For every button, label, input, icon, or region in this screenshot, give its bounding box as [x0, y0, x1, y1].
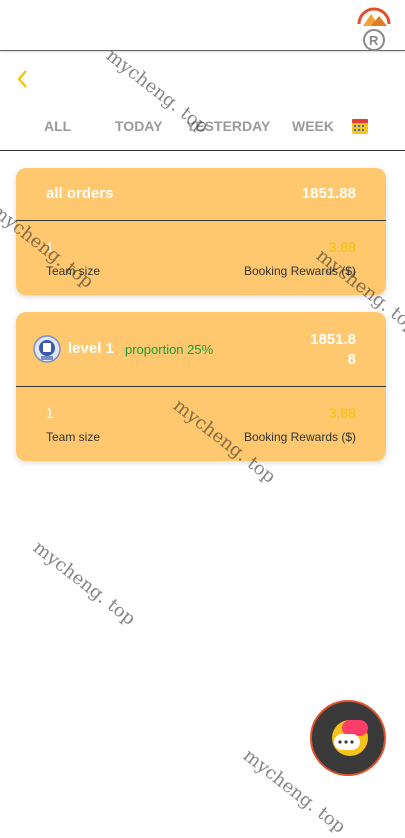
- date-filter-tabs: ALL TODAY YESTERDAY WEEK: [0, 110, 405, 151]
- chat-button[interactable]: [310, 700, 386, 776]
- booking-rewards-label: Booking Rewards ($): [243, 430, 356, 444]
- tab-week[interactable]: WEEK: [292, 118, 334, 134]
- card-header: all orders 1851.88: [16, 168, 386, 221]
- chevron-left-icon: [16, 68, 28, 95]
- team-size-value: 1: [46, 405, 54, 421]
- back-button[interactable]: [16, 68, 38, 96]
- card-title: all orders: [46, 185, 114, 202]
- booking-rewards-value: 3.88: [328, 239, 356, 255]
- tab-today[interactable]: TODAY: [115, 118, 162, 134]
- level-badge-icon: [32, 334, 62, 369]
- tab-yesterday[interactable]: YESTERDAY: [186, 118, 270, 134]
- booking-rewards-value: 3.88: [328, 405, 356, 421]
- team-size-value: 1: [46, 239, 54, 255]
- card-stats: 1 Team size 3.88 Booking Rewards ($): [16, 387, 386, 461]
- card-stats: 1 Team size 3.88 Booking Rewards ($): [16, 221, 386, 295]
- level-title: level 1: [68, 340, 114, 357]
- booking-rewards-label: Booking Rewards ($): [243, 264, 356, 278]
- watermark: mycheng. top: [29, 537, 140, 630]
- team-size-label: Team size: [46, 430, 101, 444]
- top-bar: R: [0, 0, 405, 51]
- calendar-icon[interactable]: [351, 117, 369, 135]
- proportion-label: proportion 25%: [125, 342, 214, 357]
- maxtour-logo: R: [353, 4, 395, 52]
- total-amount: 1851.8 8: [310, 330, 356, 370]
- all-orders-card: all orders 1851.88 1 Team size 3.88 Book…: [16, 168, 386, 295]
- total-amount: 1851.88: [301, 185, 356, 202]
- total-amount-line1: 1851.8: [310, 331, 356, 348]
- card-header: level 1 proportion 25% 1851.8 8: [16, 312, 386, 387]
- svg-text:R: R: [369, 33, 379, 48]
- team-size-label: Team size: [46, 264, 101, 278]
- level-card: level 1 proportion 25% 1851.8 8 1 Team s…: [16, 312, 386, 461]
- total-amount-line2: 8: [347, 351, 356, 368]
- tab-all[interactable]: ALL: [44, 118, 71, 134]
